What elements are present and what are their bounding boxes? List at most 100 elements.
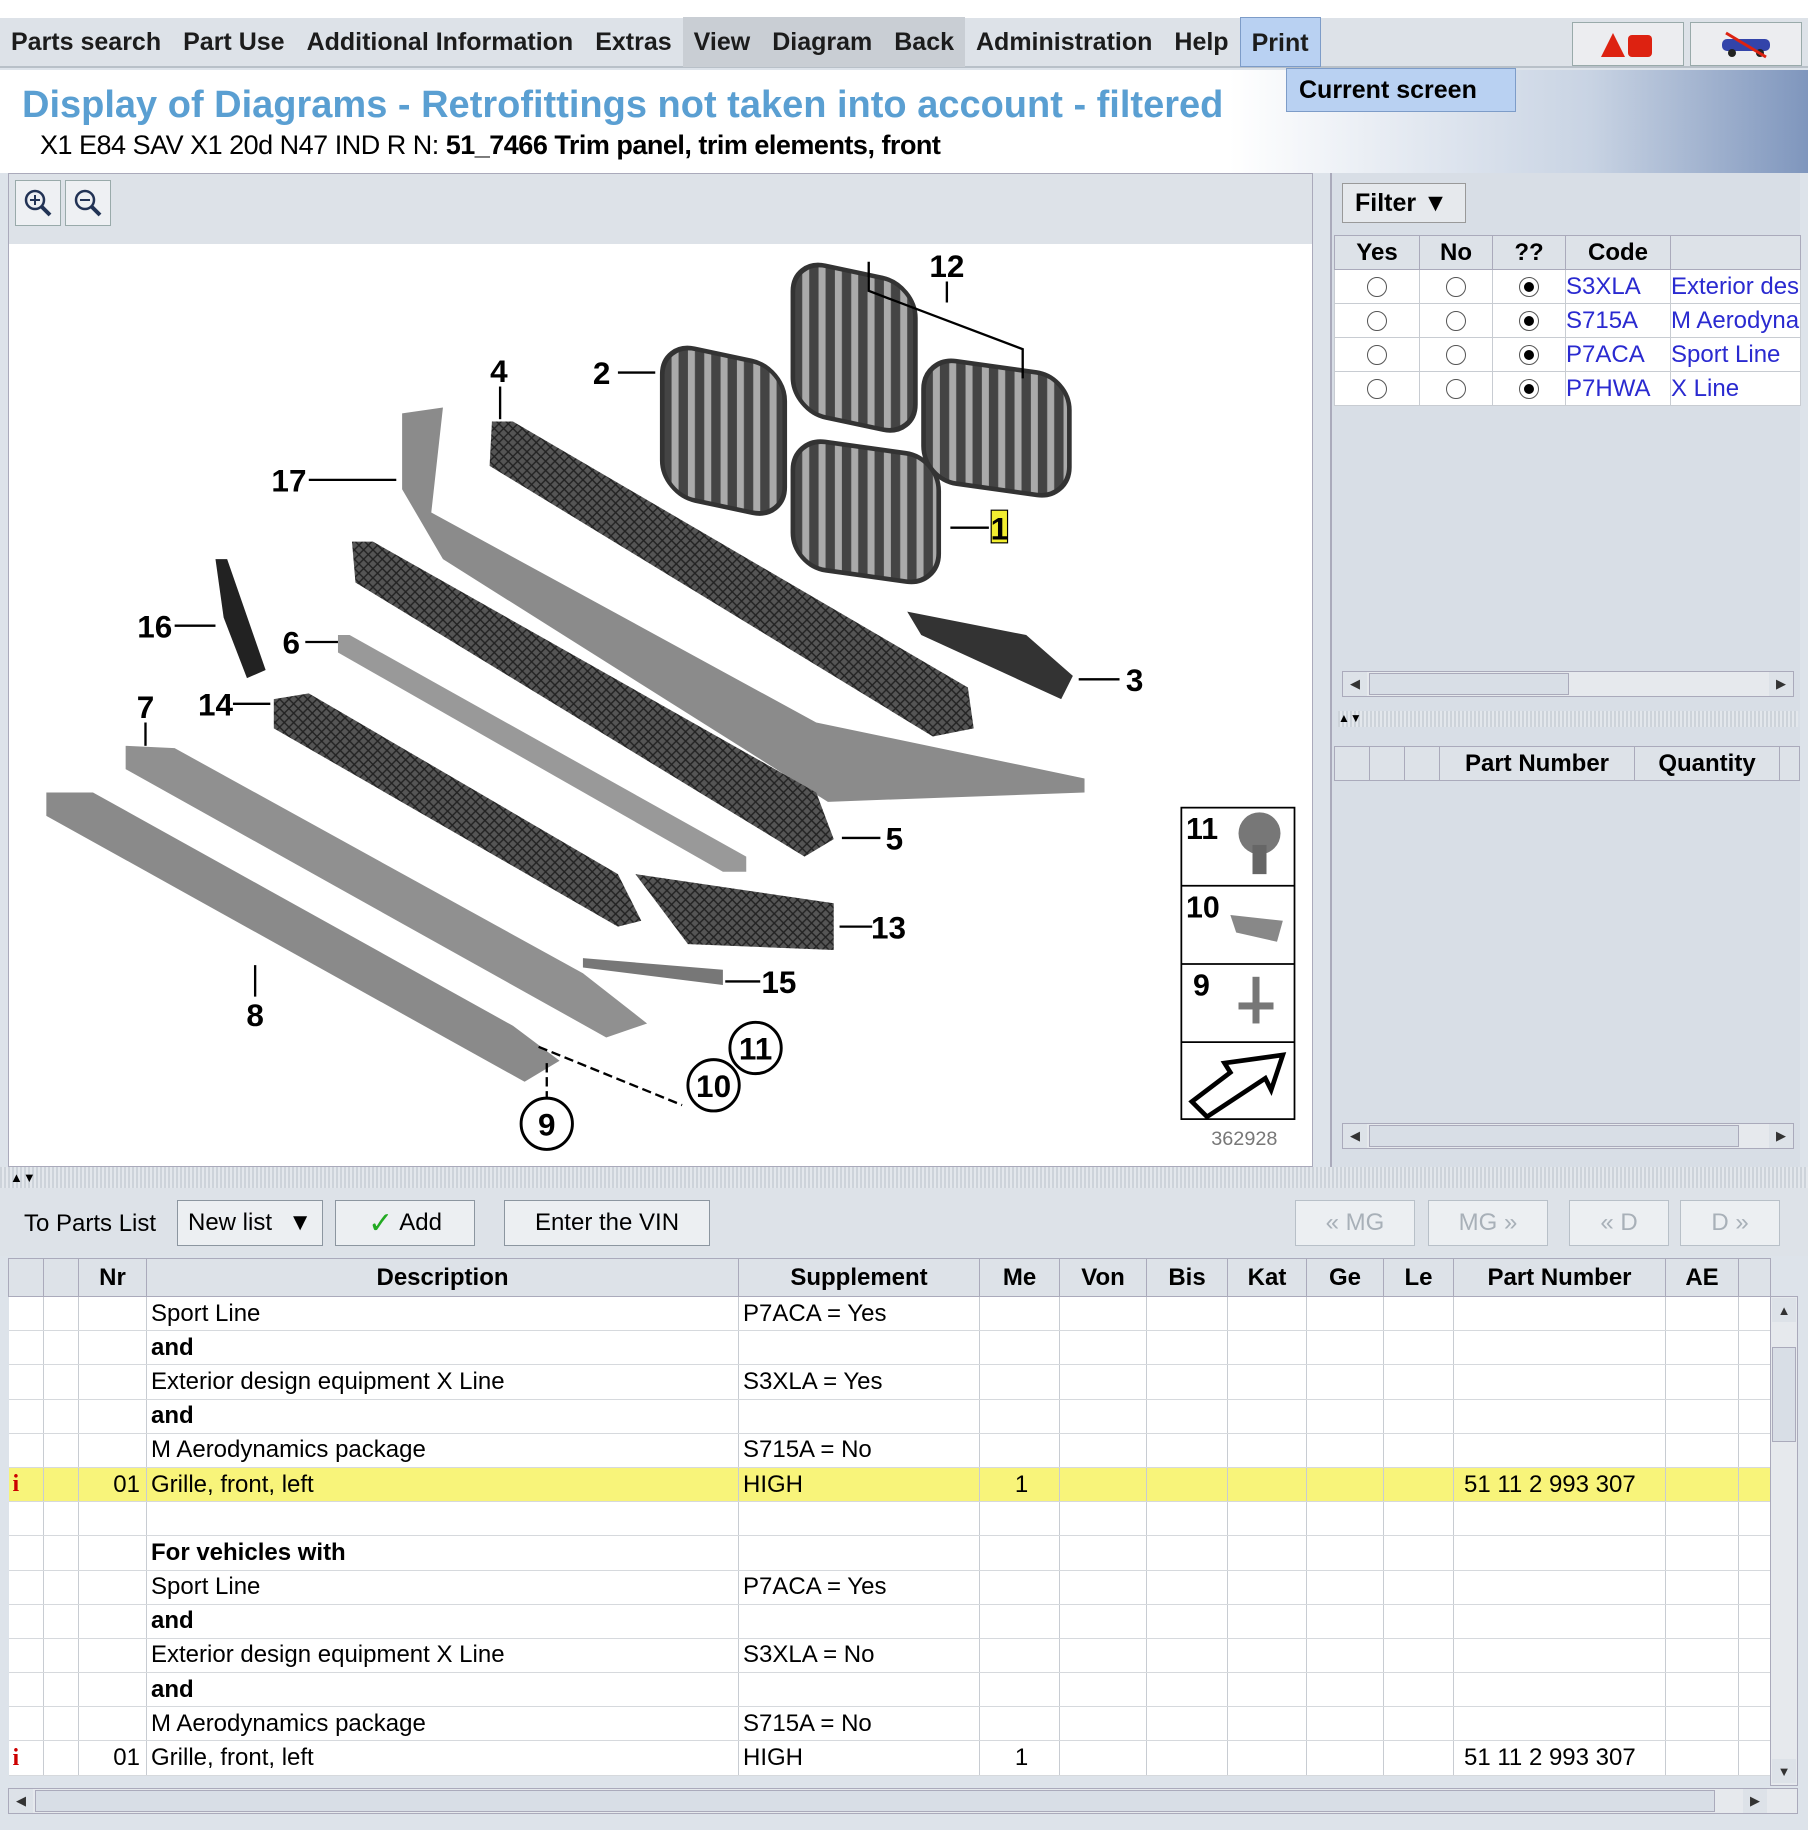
info-icon[interactable]	[8, 1570, 44, 1605]
col-bis[interactable]: Bis	[1146, 1258, 1228, 1297]
menu-diagram[interactable]: Diagram	[761, 17, 884, 67]
callout-10[interactable]: 10	[696, 1068, 731, 1104]
scroll-thumb[interactable]	[1369, 1125, 1739, 1147]
scroll-right-icon[interactable]: ▶	[1769, 672, 1793, 696]
filter-code[interactable]: S715A	[1565, 303, 1671, 338]
info-icon[interactable]	[8, 1364, 44, 1400]
add-button[interactable]: ✓ Add	[335, 1200, 475, 1246]
radio-no[interactable]	[1446, 311, 1466, 332]
callout-4[interactable]: 4	[490, 353, 508, 389]
radio-unknown[interactable]	[1519, 311, 1539, 332]
col-unknown[interactable]: ??	[1492, 235, 1566, 270]
col-nr[interactable]: Nr	[78, 1258, 147, 1297]
callout-9[interactable]: 9	[538, 1106, 556, 1142]
callout-3[interactable]: 3	[1126, 662, 1144, 698]
col-blank-13[interactable]	[1738, 1258, 1771, 1297]
menu-part-use[interactable]: Part Use	[172, 17, 295, 67]
scroll-thumb[interactable]	[1772, 1347, 1796, 1442]
callout-1[interactable]: 1	[991, 510, 1009, 546]
parts-vscrollbar[interactable]: ▲ ▼	[1770, 1296, 1798, 1786]
filter-code[interactable]: P7HWA	[1565, 371, 1671, 406]
callout-12[interactable]: 12	[929, 248, 964, 284]
info-icon[interactable]	[8, 1535, 44, 1571]
menu-parts-search[interactable]: Parts search	[0, 17, 172, 67]
col-ae[interactable]: AE	[1665, 1258, 1739, 1297]
info-icon[interactable]	[8, 1672, 44, 1708]
info-icon[interactable]	[8, 1706, 44, 1742]
radio-unknown[interactable]	[1519, 345, 1539, 366]
parts-hscrollbar[interactable]: ◀ ▶	[8, 1788, 1798, 1814]
filter-description[interactable]: Exterior design equipment X Line	[1670, 269, 1801, 304]
col-ge[interactable]: Ge	[1306, 1258, 1384, 1297]
callout-13[interactable]: 13	[871, 909, 906, 945]
menu-print[interactable]: Print	[1239, 17, 1321, 67]
radio-yes[interactable]	[1367, 379, 1387, 400]
filter-code[interactable]: S3XLA	[1565, 269, 1671, 304]
callout-8[interactable]: 8	[246, 997, 264, 1033]
scroll-left-icon[interactable]: ◀	[1343, 672, 1367, 696]
col-code[interactable]: Code	[1565, 235, 1671, 270]
callout-6[interactable]: 6	[283, 625, 301, 661]
prev-d-button[interactable]: « D	[1569, 1200, 1669, 1246]
main-splitter[interactable]: ▲▼	[0, 1167, 1808, 1188]
scroll-thumb[interactable]	[1369, 673, 1569, 695]
parts-row[interactable]: M Aerodynamics package S715A = No	[8, 1706, 1771, 1742]
radio-yes[interactable]	[1367, 277, 1387, 298]
menu-administration[interactable]: Administration	[965, 17, 1163, 67]
menu-view[interactable]: View	[682, 17, 762, 67]
radio-unknown[interactable]	[1519, 277, 1539, 298]
print-current-screen[interactable]: Current screen	[1286, 68, 1516, 112]
filter-description[interactable]: M Aerodynamics package	[1670, 303, 1801, 338]
col-von[interactable]: Von	[1059, 1258, 1147, 1297]
selection-hscrollbar[interactable]: ◀ ▶	[1342, 1123, 1794, 1149]
col-description[interactable]: Description	[146, 1258, 739, 1297]
parts-row[interactable]	[8, 1501, 1771, 1537]
menu-back[interactable]: Back	[883, 17, 965, 67]
filter-code[interactable]: P7ACA	[1565, 337, 1671, 372]
panel-splitter[interactable]: ▲▼	[1338, 711, 1798, 727]
callout-2[interactable]: 2	[593, 355, 611, 391]
info-icon[interactable]	[8, 1638, 44, 1674]
sel-col-part-number[interactable]: Part Number	[1439, 746, 1635, 781]
scroll-thumb[interactable]	[35, 1790, 1715, 1812]
col-supplement[interactable]: Supplement	[738, 1258, 980, 1297]
info-icon[interactable]	[8, 1501, 44, 1537]
callout-11[interactable]: 11	[739, 1031, 772, 1067]
info-icon[interactable]: i	[8, 1740, 44, 1776]
col-me[interactable]: Me	[979, 1258, 1060, 1297]
next-mg-button[interactable]: MG »	[1428, 1200, 1548, 1246]
scroll-down-icon[interactable]: ▼	[1772, 1759, 1796, 1783]
radio-no[interactable]	[1446, 277, 1466, 298]
col-le[interactable]: Le	[1383, 1258, 1454, 1297]
parts-row[interactable]: Sport Line P7ACA = Yes	[8, 1570, 1771, 1605]
col-kat[interactable]: Kat	[1227, 1258, 1307, 1297]
col-blank-0[interactable]	[8, 1258, 44, 1297]
enter-vin-button[interactable]: Enter the VIN	[504, 1200, 710, 1246]
filter-description[interactable]: Sport Line	[1670, 337, 1801, 372]
parts-row[interactable]: M Aerodynamics package S715A = No	[8, 1433, 1771, 1468]
menu-help[interactable]: Help	[1163, 17, 1239, 67]
scroll-right-icon[interactable]: ▶	[1769, 1124, 1793, 1148]
scroll-right-icon[interactable]: ▶	[1743, 1789, 1767, 1813]
parts-row[interactable]: and	[8, 1330, 1771, 1366]
callout-7[interactable]: 7	[137, 689, 155, 725]
callout-17[interactable]: 17	[271, 463, 306, 499]
radio-yes[interactable]	[1367, 345, 1387, 366]
next-d-button[interactable]: D »	[1680, 1200, 1780, 1246]
filter-description[interactable]: X Line	[1670, 371, 1801, 406]
info-icon[interactable]	[8, 1433, 44, 1468]
col-part-number[interactable]: Part Number	[1453, 1258, 1666, 1297]
parts-row[interactable]: and	[8, 1399, 1771, 1434]
callout-16[interactable]: 16	[137, 608, 172, 644]
col-description[interactable]	[1670, 235, 1801, 270]
callout-14[interactable]: 14	[198, 686, 234, 722]
scroll-left-icon[interactable]: ◀	[1343, 1124, 1367, 1148]
warning-button[interactable]	[1572, 22, 1684, 66]
info-icon[interactable]	[8, 1399, 44, 1434]
col-yes[interactable]: Yes	[1334, 235, 1420, 270]
parts-row[interactable]: For vehicles with	[8, 1535, 1771, 1571]
callout-15[interactable]: 15	[761, 964, 796, 1000]
info-icon[interactable]	[8, 1330, 44, 1366]
info-icon[interactable]: i	[8, 1467, 44, 1503]
parts-row[interactable]: Exterior design equipment X Line S3XLA = …	[8, 1638, 1771, 1674]
